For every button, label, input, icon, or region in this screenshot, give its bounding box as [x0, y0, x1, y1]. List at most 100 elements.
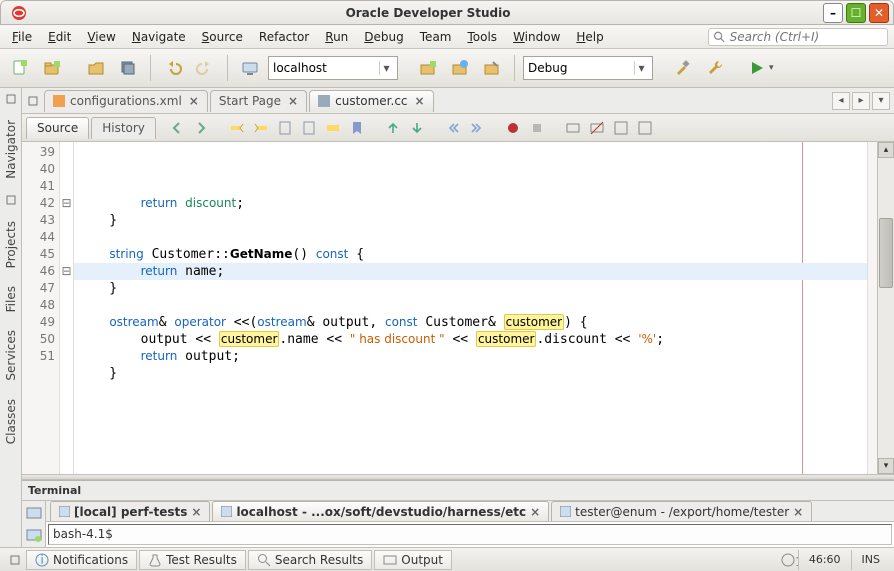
- tab-scroll-right[interactable]: ▸: [852, 92, 870, 110]
- terminal-tab-localhost[interactable]: localhost - ...ox/soft/devstudio/harness…: [212, 501, 549, 521]
- menu-team[interactable]: Team: [414, 28, 458, 46]
- menu-navigate[interactable]: Navigate: [126, 28, 192, 46]
- output-icon: [383, 553, 397, 567]
- goto-header-icon[interactable]: [610, 117, 632, 139]
- redo-button[interactable]: [191, 54, 219, 82]
- diff-prev-icon[interactable]: [382, 117, 404, 139]
- menu-debug[interactable]: Debug: [358, 28, 409, 46]
- remote-host-icon[interactable]: [236, 54, 264, 82]
- close-tab-icon[interactable]: ×: [191, 505, 201, 519]
- editor-history-tab[interactable]: History: [91, 117, 156, 139]
- wrench-button[interactable]: [701, 54, 729, 82]
- config-combo[interactable]: Debug ▾: [523, 56, 653, 80]
- error-stripe[interactable]: [867, 142, 877, 474]
- menu-edit[interactable]: Edit: [42, 28, 77, 46]
- find-sel-next-icon[interactable]: [250, 117, 272, 139]
- menu-help[interactable]: Help: [570, 28, 609, 46]
- tab-startpage[interactable]: Start Page ×: [210, 90, 307, 112]
- status-progress-icon[interactable]: 1: [780, 552, 798, 568]
- pin-icon[interactable]: [26, 94, 40, 108]
- pin-icon[interactable]: [4, 193, 18, 207]
- fold-gutter[interactable]: ⊟ ⊟: [60, 142, 74, 474]
- global-search-input[interactable]: [730, 30, 883, 44]
- code-editor[interactable]: 39404142434445464748495051 ⊟ ⊟ return di…: [22, 142, 894, 474]
- global-search[interactable]: [708, 28, 888, 46]
- app-logo-icon: [11, 5, 27, 21]
- menu-view[interactable]: View: [81, 28, 121, 46]
- menu-refactor[interactable]: Refactor: [253, 28, 315, 46]
- build-button[interactable]: [414, 54, 442, 82]
- undo-button[interactable]: [159, 54, 187, 82]
- terminal-icon: [560, 506, 571, 517]
- window-close-button[interactable]: ✕: [869, 3, 889, 23]
- goto-source-icon[interactable]: [634, 117, 656, 139]
- scroll-down-icon[interactable]: ▾: [878, 458, 894, 474]
- terminal-content[interactable]: bash-4.1$: [48, 524, 892, 545]
- shift-right-icon[interactable]: [466, 117, 488, 139]
- shift-left-icon[interactable]: [442, 117, 464, 139]
- clean-build-button[interactable]: [446, 54, 474, 82]
- toggle-bookmark-icon[interactable]: [346, 117, 368, 139]
- search-icon: [713, 30, 726, 44]
- diff-next-icon[interactable]: [406, 117, 428, 139]
- line-number-gutter[interactable]: 39404142434445464748495051: [22, 142, 60, 474]
- hammer-button[interactable]: [669, 54, 697, 82]
- sidebar-files[interactable]: Files: [4, 282, 18, 316]
- close-tab-icon[interactable]: ×: [415, 94, 425, 108]
- code-content[interactable]: return discount; } string Customer::GetN…: [74, 142, 867, 474]
- new-file-button[interactable]: [6, 54, 34, 82]
- status-search-results[interactable]: Search Results: [248, 550, 372, 570]
- next-bookmark-icon[interactable]: [298, 117, 320, 139]
- menu-run[interactable]: Run: [319, 28, 354, 46]
- scroll-thumb[interactable]: [879, 218, 893, 288]
- nav-back-icon[interactable]: [166, 117, 188, 139]
- chevron-down-icon: ▾: [379, 61, 393, 75]
- sidebar-services[interactable]: Services: [4, 326, 18, 385]
- comment-icon[interactable]: [562, 117, 584, 139]
- new-remote-terminal-icon[interactable]: [26, 527, 42, 543]
- pin-icon[interactable]: [4, 92, 18, 106]
- prev-bookmark-icon[interactable]: [274, 117, 296, 139]
- macro-record-icon[interactable]: [502, 117, 524, 139]
- scroll-up-icon[interactable]: ▴: [878, 142, 894, 158]
- vertical-scrollbar[interactable]: ▴ ▾: [877, 142, 894, 474]
- nav-fwd-icon[interactable]: [190, 117, 212, 139]
- close-tab-icon[interactable]: ×: [288, 94, 298, 108]
- menu-file[interactable]: File: [6, 28, 38, 46]
- new-project-button[interactable]: [38, 54, 66, 82]
- tab-customer[interactable]: customer.cc ×: [309, 90, 433, 112]
- close-tab-icon[interactable]: ×: [530, 505, 540, 519]
- menu-source[interactable]: Source: [196, 28, 249, 46]
- sidebar-navigator[interactable]: Navigator: [4, 116, 18, 183]
- host-combo[interactable]: localhost ▾: [268, 56, 398, 80]
- close-tab-icon[interactable]: ×: [189, 94, 199, 108]
- toggle-highlight-icon[interactable]: [322, 117, 344, 139]
- close-tab-icon[interactable]: ×: [793, 505, 803, 519]
- uncomment-icon[interactable]: [586, 117, 608, 139]
- run-dropdown-icon[interactable]: ▾: [769, 63, 774, 73]
- save-all-button[interactable]: [114, 54, 142, 82]
- editor-source-tab[interactable]: Source: [26, 117, 89, 139]
- terminal-tab-local[interactable]: [local] perf-tests ×: [50, 501, 210, 521]
- terminal-sidebar: [22, 501, 46, 547]
- status-notifications[interactable]: i Notifications: [26, 550, 137, 570]
- tab-configurations[interactable]: configurations.xml ×: [44, 90, 208, 112]
- sidebar-classes[interactable]: Classes: [4, 395, 18, 448]
- menu-tools[interactable]: Tools: [461, 28, 503, 46]
- run-button[interactable]: [743, 54, 771, 82]
- pin-icon[interactable]: [8, 553, 22, 567]
- find-sel-prev-icon[interactable]: [226, 117, 248, 139]
- sidebar-projects[interactable]: Projects: [4, 217, 18, 272]
- new-terminal-icon[interactable]: [26, 505, 42, 521]
- tab-list-dropdown[interactable]: ▾: [872, 92, 890, 110]
- terminal-tab-tester[interactable]: tester@enum - /export/home/tester ×: [551, 501, 812, 521]
- window-minimize-button[interactable]: –: [823, 3, 843, 23]
- macro-stop-icon[interactable]: [526, 117, 548, 139]
- clean-button[interactable]: [478, 54, 506, 82]
- menu-window[interactable]: Window: [507, 28, 566, 46]
- status-output[interactable]: Output: [374, 550, 452, 570]
- window-maximize-button[interactable]: ☐: [846, 3, 866, 23]
- tab-scroll-left[interactable]: ◂: [832, 92, 850, 110]
- open-button[interactable]: [82, 54, 110, 82]
- status-test-results[interactable]: Test Results: [139, 550, 246, 570]
